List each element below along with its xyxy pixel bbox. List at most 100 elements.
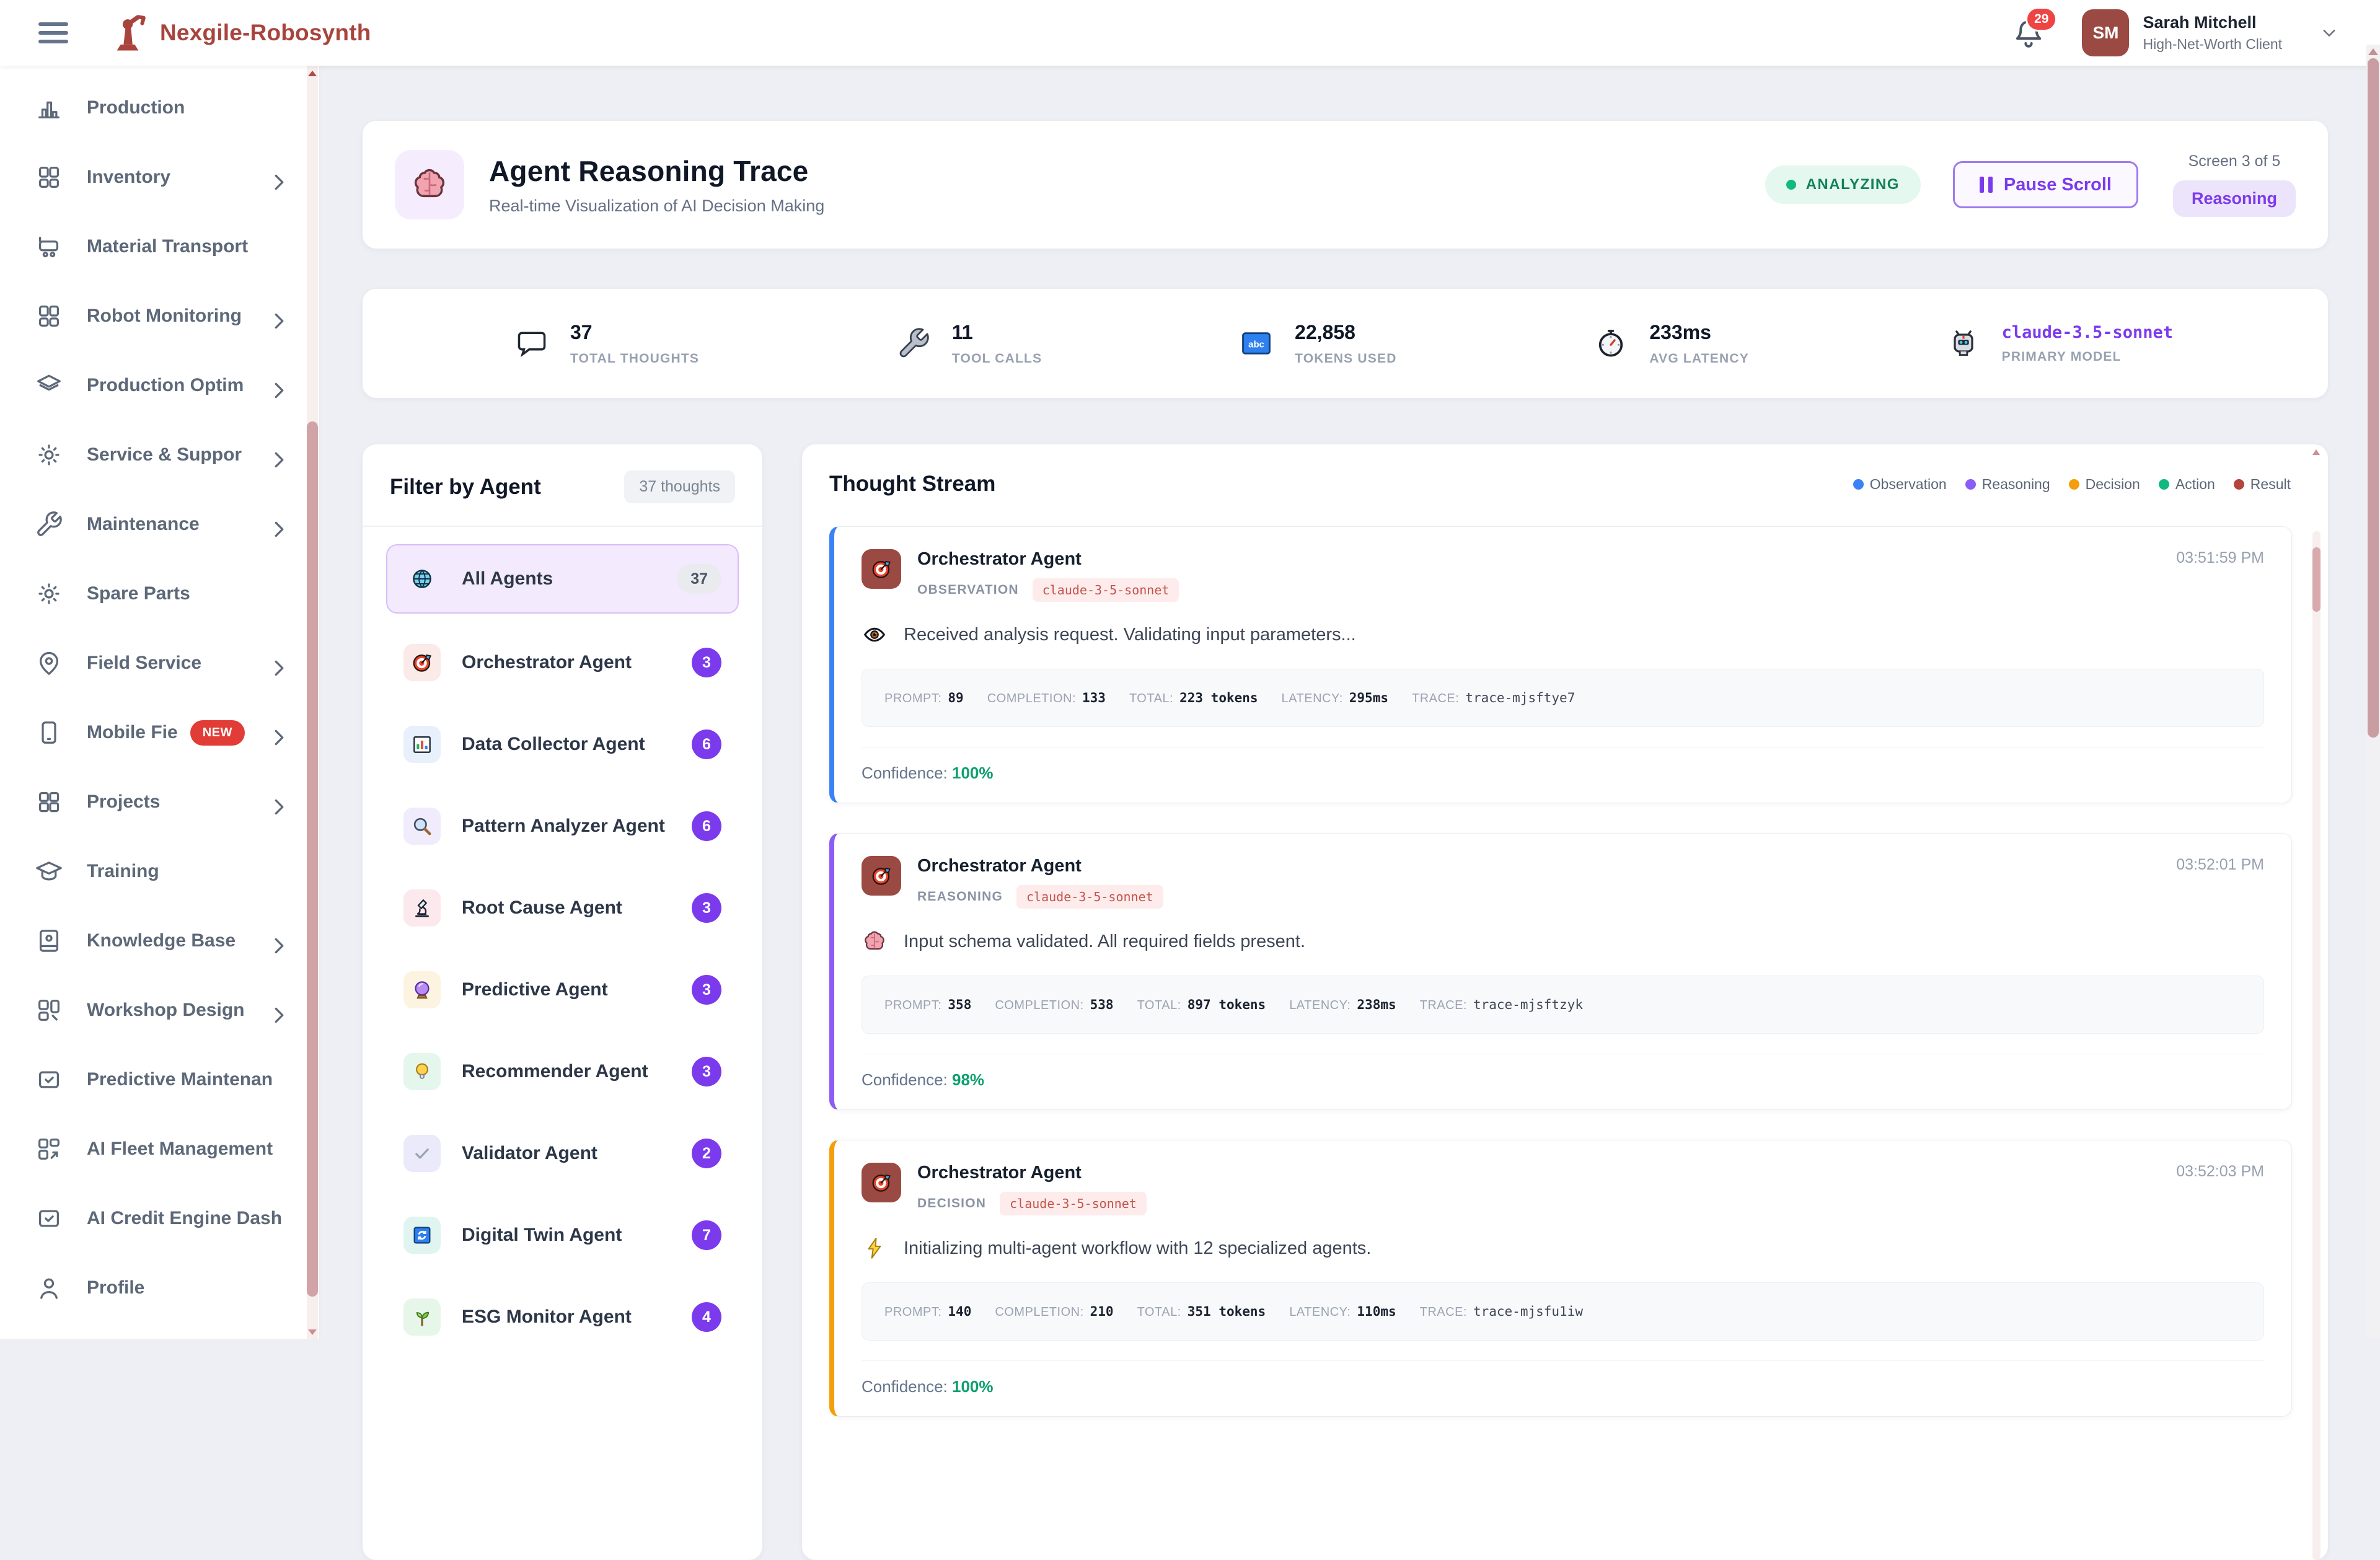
sidebar-item-predictive-maintenan[interactable]: Predictive Maintenan xyxy=(0,1045,319,1114)
sidebar-item-label: Training xyxy=(87,861,159,882)
legend-label: Action xyxy=(2175,476,2215,493)
microscope-icon xyxy=(410,896,434,920)
bolt-icon xyxy=(862,1235,888,1261)
metric-label: TRACE: xyxy=(1412,692,1459,706)
screen-counter: Screen 3 of 5 xyxy=(2188,152,2281,170)
stream-scrollbar[interactable] xyxy=(2312,531,2320,1560)
stream-scroll-up-icon[interactable] xyxy=(2312,449,2320,455)
panels-icon xyxy=(35,163,63,192)
agent-filter-esg-monitor-agent[interactable]: ESG Monitor Agent4 xyxy=(386,1284,739,1350)
sidebar-item-workshop-design[interactable]: Workshop Design xyxy=(0,976,319,1045)
sidebar-item-mobile-fie[interactable]: Mobile FieNEW xyxy=(0,698,319,767)
thought-timestamp: 03:52:01 PM xyxy=(2176,856,2264,909)
stats-bar: 37TOTAL THOUGHTS11TOOL CALLSabc22,858TOK… xyxy=(363,289,2328,398)
sidebar-item-label: Production xyxy=(87,97,185,118)
sidebar-item-profile[interactable]: Profile xyxy=(0,1253,319,1323)
sidebar-item-label: AI Fleet Management xyxy=(87,1139,273,1160)
abc-icon: abc xyxy=(1239,326,1274,361)
sidebar-item-robot-monitoring[interactable]: Robot Monitoring xyxy=(0,281,319,351)
checkbox-icon xyxy=(35,1065,63,1094)
menu-icon[interactable] xyxy=(38,17,71,48)
book-icon xyxy=(35,927,63,955)
checkbox-icon xyxy=(35,1204,63,1233)
metric-label: PROMPT: xyxy=(884,1305,941,1320)
sidebar-item-maintenance[interactable]: Maintenance xyxy=(0,490,319,559)
agent-avatar xyxy=(862,549,901,589)
sidebar-item-service-suppor[interactable]: Service & Suppor xyxy=(0,420,319,490)
sidebar-item-projects[interactable]: Projects xyxy=(0,767,319,837)
avatar[interactable]: SM xyxy=(2082,9,2129,56)
agent-filter-recommender-agent[interactable]: Recommender Agent3 xyxy=(386,1039,739,1104)
sidebar-item-label: Material Transport xyxy=(87,236,248,257)
metric-label: COMPLETION: xyxy=(995,1305,1083,1320)
page-scroll-up-icon[interactable] xyxy=(2368,48,2378,55)
status-dot-icon xyxy=(1786,180,1796,190)
agent-filter-root-cause-agent[interactable]: Root Cause Agent3 xyxy=(386,875,739,941)
sidebar-item-field-service[interactable]: Field Service xyxy=(0,628,319,698)
filter-panel: Filter by Agent 37 thoughts All Agents37… xyxy=(363,444,762,1560)
panels-icon xyxy=(35,302,63,330)
thought-text: Received analysis request. Validating in… xyxy=(904,625,1356,645)
stream-scrollbar-thumb[interactable] xyxy=(2312,547,2320,612)
blocks-icon xyxy=(35,996,63,1025)
confidence-value: 98% xyxy=(952,1070,984,1089)
bar-frame-icon xyxy=(410,733,434,756)
sidebar-item-training[interactable]: Training xyxy=(0,837,319,906)
notification-count-badge: 29 xyxy=(2025,7,2057,32)
agent-filter-label: All Agents xyxy=(462,568,553,589)
agent-filter-label: Root Cause Agent xyxy=(462,897,622,919)
thought-type-label: OBSERVATION xyxy=(917,583,1019,597)
agent-filter-label: Orchestrator Agent xyxy=(462,652,632,673)
sidebar-item-label: Knowledge Base xyxy=(87,930,236,951)
grid-icon xyxy=(35,788,63,816)
stat-label: TOKENS USED xyxy=(1295,351,1397,366)
status-badge: ANALYZING xyxy=(1765,165,1921,204)
top-bar: Nexgile-Robosynth 29 SM Sarah Mitchell H… xyxy=(0,0,2380,66)
agent-count-badge: 4 xyxy=(692,1302,721,1332)
agent-filter-digital-twin-agent[interactable]: Digital Twin Agent7 xyxy=(386,1202,739,1268)
legend-item-reasoning: Reasoning xyxy=(1965,476,2050,493)
sidebar-item-production-optim[interactable]: Production Optim xyxy=(0,351,319,420)
stat-label: TOOL CALLS xyxy=(952,351,1042,366)
model-badge: claude-3-5-sonnet xyxy=(1016,885,1163,909)
agent-count-badge: 37 xyxy=(677,564,721,594)
brain-icon xyxy=(862,928,888,954)
pause-scroll-button[interactable]: Pause Scroll xyxy=(1953,161,2138,208)
notification-bell-icon[interactable]: 29 xyxy=(2011,15,2046,50)
page-scrollbar-thumb[interactable] xyxy=(2368,58,2379,738)
sidebar-item-material-transport[interactable]: Material Transport xyxy=(0,212,319,281)
agent-filter-data-collector-agent[interactable]: Data Collector Agent6 xyxy=(386,712,739,777)
sidebar-scroll-down-icon[interactable] xyxy=(308,1329,317,1335)
legend-item-result: Result xyxy=(2234,476,2291,493)
agent-filter-predictive-agent[interactable]: Predictive Agent3 xyxy=(386,957,739,1023)
agent-filter-all-agents[interactable]: All Agents 37 xyxy=(386,544,739,614)
agent-count-badge: 6 xyxy=(692,811,721,841)
sidebar-item-label: Spare Parts xyxy=(87,583,190,604)
model-badge: claude-3-5-sonnet xyxy=(1033,578,1179,602)
sidebar-item-production[interactable]: Production xyxy=(0,73,319,143)
metric-value: 295ms xyxy=(1349,690,1388,705)
bar-chart-icon xyxy=(35,94,63,122)
sidebar-scrollbar-thumb[interactable] xyxy=(307,421,318,1297)
sun-icon xyxy=(35,579,63,608)
agent-filter-pattern-analyzer-agent[interactable]: Pattern Analyzer Agent6 xyxy=(386,793,739,859)
chevron-down-icon[interactable] xyxy=(2318,22,2340,44)
chevron-right-icon xyxy=(265,793,283,811)
agent-filter-validator-agent[interactable]: Validator Agent2 xyxy=(386,1121,739,1186)
sidebar-item-inventory[interactable]: Inventory xyxy=(0,143,319,212)
sidebar-item-ai-fleet-management[interactable]: AI Fleet Management xyxy=(0,1114,319,1184)
thought-card: Orchestrator AgentDECISIONclaude-3-5-son… xyxy=(829,1140,2292,1417)
seedling-icon xyxy=(410,1305,434,1329)
brand-robot-arm-icon xyxy=(105,11,150,55)
sidebar-item-spare-parts[interactable]: Spare Parts xyxy=(0,559,319,628)
stat-value: 233ms xyxy=(1649,321,1749,344)
brain-icon xyxy=(410,165,449,205)
legend-dot-icon xyxy=(1853,479,1864,490)
sidebar-item-ai-credit-engine-dash[interactable]: AI Credit Engine Dash xyxy=(0,1184,319,1253)
sun-icon xyxy=(35,441,63,469)
agent-filter-orchestrator-agent[interactable]: Orchestrator Agent3 xyxy=(386,630,739,695)
thought-stream-panel: Thought Stream ObservationReasoningDecis… xyxy=(802,444,2328,1560)
sidebar-scroll-up-icon[interactable] xyxy=(308,71,317,76)
thought-text: Input schema validated. All required fie… xyxy=(904,932,1305,952)
sidebar-item-knowledge-base[interactable]: Knowledge Base xyxy=(0,906,319,976)
